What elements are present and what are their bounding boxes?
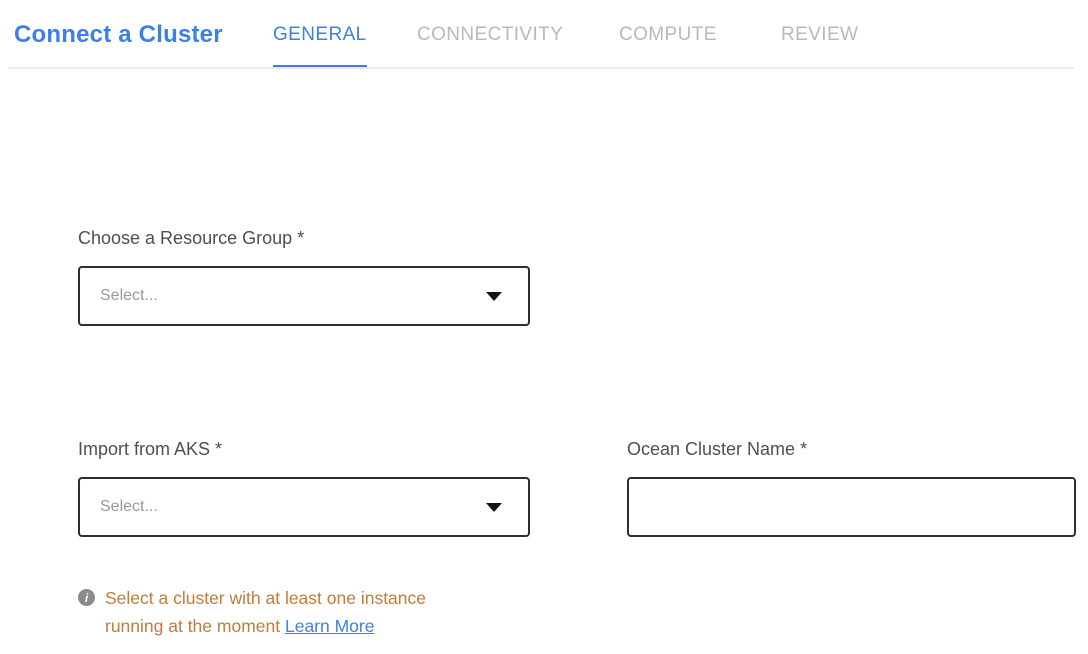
page-title: Connect a Cluster xyxy=(14,0,223,69)
chevron-down-icon xyxy=(486,292,502,301)
header-divider xyxy=(8,67,1074,69)
import-from-aks-field: Import from AKS * Select... xyxy=(78,437,530,537)
ocean-cluster-name-input[interactable] xyxy=(649,479,1054,535)
resource-group-select[interactable]: Select... xyxy=(78,266,530,326)
import-from-aks-select[interactable]: Select... xyxy=(78,477,530,537)
import-from-aks-placeholder: Select... xyxy=(100,498,158,516)
import-from-aks-label: Import from AKS * xyxy=(78,437,530,461)
tab-connectivity[interactable]: CONNECTIVITY xyxy=(417,0,563,69)
ocean-cluster-name-field: Ocean Cluster Name * xyxy=(627,437,1076,537)
resource-group-field: Choose a Resource Group * Select... xyxy=(78,226,530,326)
cluster-instance-info-note: i Select a cluster with at least one ins… xyxy=(78,584,478,640)
resource-group-label: Choose a Resource Group * xyxy=(78,226,530,250)
connect-cluster-wizard: Connect a Cluster GENERAL CONNECTIVITY C… xyxy=(0,0,1088,654)
info-message: Select a cluster with at least one insta… xyxy=(105,584,478,640)
info-icon: i xyxy=(78,589,95,606)
ocean-cluster-name-input-wrap xyxy=(627,477,1076,537)
info-message-text: Select a cluster with at least one insta… xyxy=(105,588,426,636)
tab-general[interactable]: GENERAL xyxy=(273,0,367,69)
chevron-down-icon xyxy=(486,503,502,512)
tab-review[interactable]: REVIEW xyxy=(781,0,858,69)
learn-more-link[interactable]: Learn More xyxy=(285,616,375,636)
tab-compute[interactable]: COMPUTE xyxy=(619,0,717,69)
wizard-header: Connect a Cluster GENERAL CONNECTIVITY C… xyxy=(0,0,1088,69)
ocean-cluster-name-label: Ocean Cluster Name * xyxy=(627,437,1076,461)
resource-group-placeholder: Select... xyxy=(100,287,158,305)
